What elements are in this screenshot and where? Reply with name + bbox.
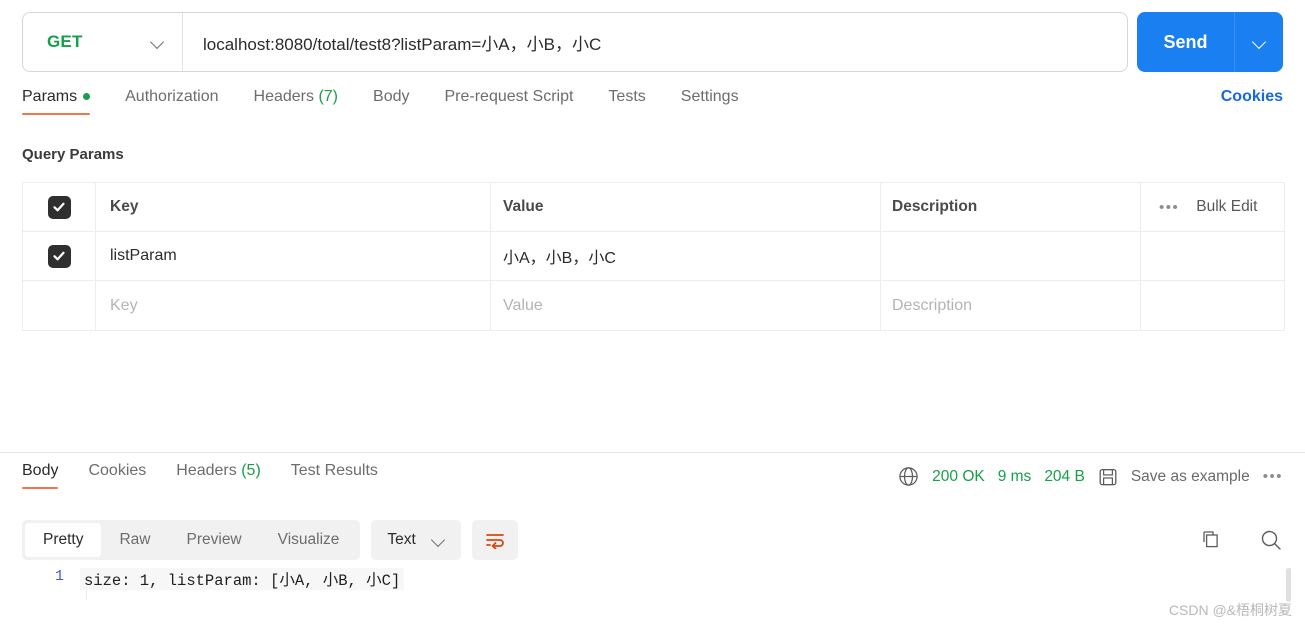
empty-description-placeholder: Description xyxy=(892,296,973,314)
tab-label: Headers xyxy=(176,462,237,479)
response-divider xyxy=(0,452,1305,453)
tab-label: Authorization xyxy=(125,88,219,105)
chevron-down-icon xyxy=(1253,36,1266,49)
status-code: 200 OK xyxy=(932,467,985,485)
row-cell-description[interactable] xyxy=(881,232,1141,280)
response-body-toolbar: Pretty Raw Preview Visualize Text xyxy=(0,516,1305,564)
tab-label: Body xyxy=(373,88,410,105)
body-view-switcher: Pretty Raw Preview Visualize xyxy=(22,520,361,560)
response-tab-headers[interactable]: Headers (5) xyxy=(176,462,261,489)
tab-label: Headers xyxy=(253,88,314,105)
send-button-group[interactable]: Send xyxy=(1137,12,1283,72)
tab-tests[interactable]: Tests xyxy=(608,88,645,115)
body-format-label: Text xyxy=(387,531,416,548)
chevron-down-icon xyxy=(151,36,164,49)
empty-cell-key[interactable]: Key xyxy=(96,281,491,330)
body-format-selector[interactable]: Text xyxy=(371,520,461,560)
url-bar: GET Send xyxy=(0,0,1305,84)
globe-icon[interactable] xyxy=(898,466,919,487)
response-size: 204 B xyxy=(1044,467,1085,485)
header-cell-value: Value xyxy=(491,183,881,231)
save-icon[interactable] xyxy=(1098,467,1118,487)
row-cell-key[interactable]: listParam xyxy=(96,232,491,280)
row-checkbox[interactable] xyxy=(47,244,71,268)
view-preview-button[interactable]: Preview xyxy=(169,523,260,557)
tab-params[interactable]: Params xyxy=(22,88,91,115)
postman-window: GET Send Params Authorization Headers (7… xyxy=(0,0,1305,626)
table-row-empty: Key Value Description xyxy=(23,281,1284,330)
tab-authorization[interactable]: Authorization xyxy=(125,88,218,115)
header-cell-key: Key xyxy=(96,183,491,231)
tab-label: Pre-request Script xyxy=(444,88,574,105)
empty-select-cell xyxy=(23,281,96,330)
view-raw-button[interactable]: Raw xyxy=(101,523,168,557)
body-toolbar-actions xyxy=(1199,528,1283,552)
select-all-checkbox[interactable] xyxy=(47,195,71,219)
response-more-options-icon[interactable]: ••• xyxy=(1263,468,1283,485)
response-time: 9 ms xyxy=(997,467,1032,485)
response-status-bar: 200 OK 9 ms 204 B Save as example ••• xyxy=(898,466,1283,487)
response-body-editor[interactable]: 1 size: 1, listParam: [小A, 小B, 小C] xyxy=(0,568,1305,600)
row-cell-value[interactable]: 小A，小B，小C xyxy=(491,232,881,280)
send-options-button[interactable] xyxy=(1235,12,1283,72)
url-input[interactable] xyxy=(183,32,1127,52)
bulk-edit-button[interactable]: Bulk Edit xyxy=(1196,198,1257,216)
empty-cell-value[interactable]: Value xyxy=(491,281,881,330)
tab-label: Body xyxy=(22,462,59,479)
line-number-gutter: 1 xyxy=(54,568,64,585)
tab-label: Params xyxy=(22,88,78,105)
tab-label: Settings xyxy=(680,88,739,105)
request-tab-bar: Params Authorization Headers (7) Body Pr… xyxy=(0,88,1305,130)
row-select-cell xyxy=(23,232,96,280)
word-wrap-icon xyxy=(485,534,504,549)
row-actions-cell xyxy=(1141,232,1284,280)
tab-count: (7) xyxy=(318,88,339,105)
view-visualize-button[interactable]: Visualize xyxy=(260,523,358,557)
tab-label: Cookies xyxy=(88,462,147,479)
tab-settings[interactable]: Settings xyxy=(681,88,739,115)
tab-body[interactable]: Body xyxy=(373,88,409,115)
header-key-label: Key xyxy=(110,198,139,215)
search-icon[interactable] xyxy=(1259,528,1283,552)
response-body-text: size: 1, listParam: [小A, 小B, 小C] xyxy=(80,568,405,590)
chevron-down-icon xyxy=(432,534,445,547)
view-pretty-button[interactable]: Pretty xyxy=(25,523,102,557)
header-cell-description: Description xyxy=(881,183,1141,231)
select-all-cell xyxy=(23,183,96,231)
header-value-label: Value xyxy=(503,198,544,215)
cookies-link[interactable]: Cookies xyxy=(1221,88,1283,106)
header-description-label: Description xyxy=(892,198,978,215)
table-row: listParam 小A，小B，小C xyxy=(23,232,1284,281)
watermark-text: CSDN @&梧桐树夏 xyxy=(1168,602,1292,618)
tab-pre-request-script[interactable]: Pre-request Script xyxy=(444,88,573,115)
table-header-row: Key Value Description ••• Bulk Edit xyxy=(23,183,1284,232)
url-box: GET xyxy=(22,12,1128,72)
response-tab-test-results[interactable]: Test Results xyxy=(291,462,378,489)
http-method-label: GET xyxy=(47,32,83,51)
unsaved-dot-icon xyxy=(83,93,91,101)
param-value-value: 小A，小B，小C xyxy=(503,250,616,267)
empty-actions-cell xyxy=(1141,281,1284,330)
response-body-scrollbar[interactable] xyxy=(1286,568,1291,602)
empty-key-placeholder: Key xyxy=(110,296,138,314)
tab-count: (5) xyxy=(241,462,261,479)
response-tab-cookies[interactable]: Cookies xyxy=(88,462,146,489)
empty-cell-description[interactable]: Description xyxy=(881,281,1141,330)
header-actions-cell: ••• Bulk Edit xyxy=(1141,183,1284,231)
tab-label: Test Results xyxy=(290,462,378,479)
param-key-value: listParam xyxy=(110,247,177,264)
word-wrap-button[interactable] xyxy=(471,520,518,560)
more-options-icon[interactable]: ••• xyxy=(1159,199,1179,216)
tab-headers[interactable]: Headers (7) xyxy=(254,88,339,115)
response-tab-body[interactable]: Body xyxy=(22,462,59,489)
query-params-table: Key Value Description ••• Bulk Edit list… xyxy=(22,182,1285,331)
http-method-selector[interactable]: GET xyxy=(23,13,183,71)
send-button[interactable]: Send xyxy=(1137,12,1235,72)
copy-icon[interactable] xyxy=(1199,529,1221,551)
save-as-example-button[interactable]: Save as example xyxy=(1131,468,1250,486)
tab-label: Tests xyxy=(608,88,646,105)
query-params-title: Query Params xyxy=(22,146,124,163)
empty-value-placeholder: Value xyxy=(503,296,543,314)
